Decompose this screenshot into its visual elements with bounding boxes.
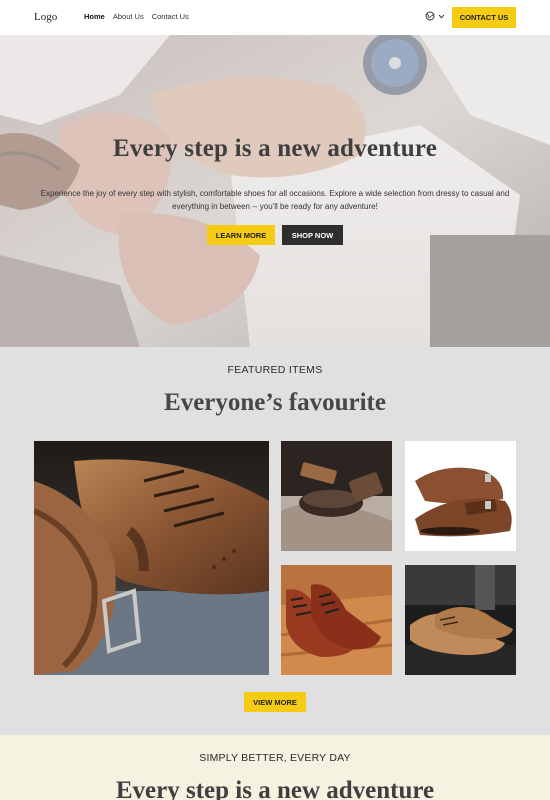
featured-section: FEATURED ITEMS Everyone’s favourite VIEW… bbox=[0, 347, 550, 735]
contact-us-button[interactable]: CONTACT US bbox=[452, 7, 516, 28]
featured-image-tan-shoes[interactable] bbox=[405, 565, 516, 675]
learn-more-button[interactable]: LEARN MORE bbox=[207, 225, 275, 245]
logo[interactable]: Logo bbox=[34, 11, 57, 23]
shop-now-button[interactable]: SHOP NOW bbox=[282, 225, 343, 245]
nav-link-home[interactable]: Home bbox=[84, 12, 105, 21]
hero-section: Every step is a new adventure Experience… bbox=[0, 35, 550, 347]
tagline-label: SIMPLY BETTER, EVERY DAY bbox=[199, 752, 351, 764]
hero-title: Every step is a new adventure bbox=[112, 135, 438, 162]
featured-image-shoe-polish[interactable] bbox=[281, 441, 392, 551]
tagline-section: SIMPLY BETTER, EVERY DAY Every step is a… bbox=[0, 735, 550, 800]
nav-link-contact-us[interactable]: Contact Us bbox=[152, 12, 189, 21]
featured-title: Everyone’s favourite bbox=[164, 389, 386, 416]
view-more-button[interactable]: VIEW MORE bbox=[244, 692, 306, 712]
featured-image-monk-strap[interactable] bbox=[405, 441, 516, 551]
featured-image-brogue-belt[interactable] bbox=[34, 441, 269, 675]
language-selector[interactable] bbox=[425, 11, 445, 21]
navbar: Logo Home About Us Contact Us CONTACT US bbox=[0, 0, 550, 35]
featured-image-oxford-wood[interactable] bbox=[281, 565, 392, 675]
nav-links: Home About Us Contact Us bbox=[84, 12, 189, 21]
featured-label: FEATURED ITEMS bbox=[227, 364, 323, 376]
chevron-down-icon bbox=[438, 14, 445, 19]
tagline-title: Every step is a new adventure bbox=[115, 777, 435, 800]
nav-link-about-us[interactable]: About Us bbox=[113, 12, 144, 21]
globe-icon bbox=[425, 11, 435, 21]
hero-description: Experience the joy of every step with st… bbox=[40, 189, 510, 211]
